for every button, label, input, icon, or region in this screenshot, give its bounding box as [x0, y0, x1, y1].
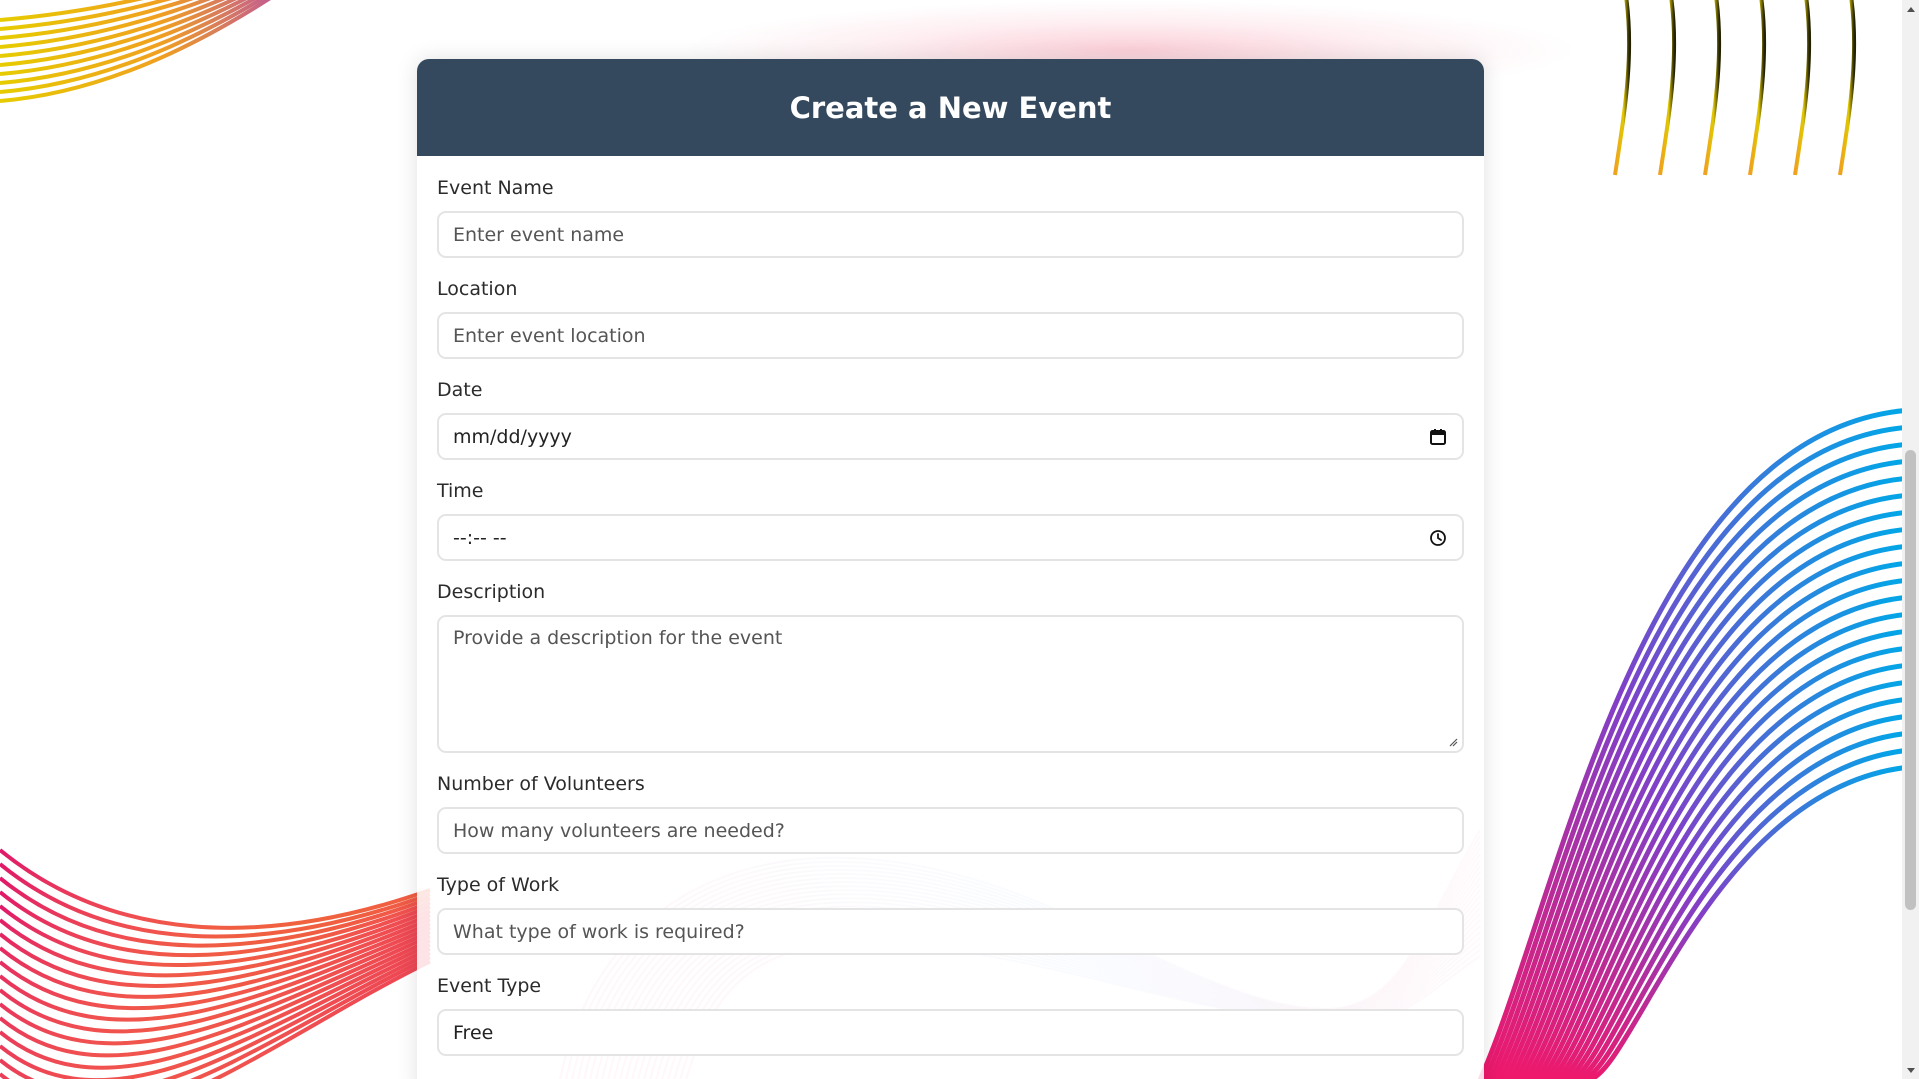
work-type-placeholder: What type of work is required? — [453, 920, 745, 943]
location-input[interactable]: Enter event location — [437, 312, 1464, 359]
work-type-label: Type of Work — [437, 874, 560, 896]
date-label: Date — [437, 379, 483, 401]
vertical-scrollbar[interactable] — [1902, 0, 1919, 1079]
page: Create a New Event Event Name Enter even… — [0, 0, 1919, 1079]
event-type-select[interactable]: Free — [437, 1009, 1464, 1056]
volunteers-field: Number of Volunteers How many volunteers… — [437, 772, 1464, 854]
form-title: Create a New Event — [789, 90, 1112, 125]
calendar-icon[interactable] — [1428, 427, 1448, 447]
event-type-field: Event Type Free — [437, 974, 1464, 1056]
scroll-up-arrow-icon[interactable] — [1902, 0, 1919, 17]
event-name-label: Event Name — [437, 177, 554, 199]
event-form-card: Create a New Event Event Name Enter even… — [417, 59, 1484, 1079]
resize-grip-icon[interactable] — [1448, 737, 1458, 747]
work-type-input[interactable]: What type of work is required? — [437, 908, 1464, 955]
time-value: --:-- -- — [453, 526, 507, 549]
work-type-field: Type of Work What type of work is requir… — [437, 873, 1464, 955]
location-label: Location — [437, 278, 518, 300]
event-type-value: Free — [453, 1021, 494, 1044]
scrollbar-thumb[interactable] — [1905, 450, 1916, 910]
description-field: Description Provide a description for th… — [437, 580, 1464, 753]
form-header: Create a New Event — [417, 59, 1484, 156]
time-field: Time --:-- -- — [437, 479, 1464, 561]
event-name-input[interactable]: Enter event name — [437, 211, 1464, 258]
scroll-down-arrow-icon[interactable] — [1902, 1062, 1919, 1079]
date-value: mm/dd/yyyy — [453, 425, 572, 448]
time-label: Time — [437, 480, 484, 502]
time-input[interactable]: --:-- -- — [437, 514, 1464, 561]
description-placeholder: Provide a description for the event — [453, 627, 783, 649]
event-type-label: Event Type — [437, 975, 542, 997]
date-input[interactable]: mm/dd/yyyy — [437, 413, 1464, 460]
date-field: Date mm/dd/yyyy — [437, 378, 1464, 460]
event-name-field: Event Name Enter event name — [437, 176, 1464, 258]
volunteers-label: Number of Volunteers — [437, 773, 645, 795]
description-label: Description — [437, 581, 546, 603]
volunteers-input[interactable]: How many volunteers are needed? — [437, 807, 1464, 854]
description-textarea[interactable]: Provide a description for the event — [437, 615, 1464, 753]
clock-icon[interactable] — [1428, 528, 1448, 548]
volunteers-placeholder: How many volunteers are needed? — [453, 819, 785, 842]
location-placeholder: Enter event location — [453, 324, 646, 347]
form-body: Event Name Enter event name Location Ent… — [417, 156, 1484, 1056]
location-field: Location Enter event location — [437, 277, 1464, 359]
event-name-placeholder: Enter event name — [453, 223, 625, 246]
